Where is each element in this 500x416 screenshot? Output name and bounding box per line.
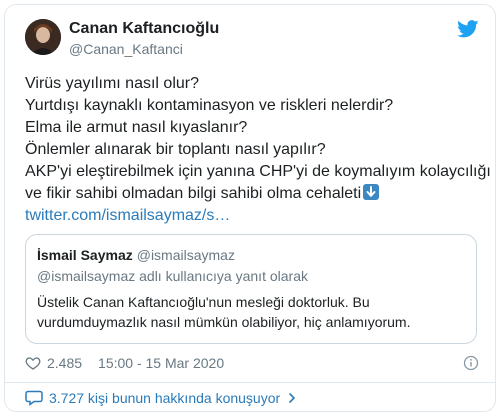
tweet-line: Virüs yayılımı nasıl olur? bbox=[25, 75, 199, 92]
avatar[interactable] bbox=[25, 19, 61, 55]
tweet-line: AKP'yi eleştirebilmek için yanına CHP'yi… bbox=[25, 163, 491, 180]
timestamp[interactable]: 15:00 - 15 Mar 2020 bbox=[98, 355, 224, 371]
tweet-line-with-emoji: ve fikir sahibi olmadan bilgi sahibi olm… bbox=[25, 183, 475, 205]
heart-icon[interactable] bbox=[25, 355, 41, 371]
quoted-tweet[interactable]: İsmail Saymaz @ismailsaymaz @ismailsaymaz… bbox=[25, 234, 477, 344]
conversation-count: 3.727 kişi bunun hakkında konuşuyor bbox=[49, 390, 281, 406]
tweet-line: ve fikir sahibi olmadan bilgi sahibi olm… bbox=[25, 185, 362, 202]
tweet-link-line: twitter.com/ismailsaymaz/s… bbox=[25, 205, 475, 227]
like-count[interactable]: 2.485 bbox=[47, 355, 82, 371]
divider bbox=[5, 382, 495, 383]
conversation-link[interactable]: 3.727 kişi bunun hakkında konuşuyor bbox=[25, 388, 298, 408]
tweet-link[interactable]: twitter.com/ismailsaymaz/s… bbox=[25, 207, 230, 224]
tweet-line: Önlemler alınarak bir toplantı nasıl yap… bbox=[25, 141, 326, 158]
info-icon[interactable] bbox=[463, 355, 479, 371]
quoted-tweet-text: Üstelik Canan Kaftancıoğlu'nun mesleği d… bbox=[37, 292, 457, 332]
tweet-meta: 2.485 15:00 - 15 Mar 2020 bbox=[25, 353, 224, 373]
quoted-author-name[interactable]: İsmail Saymaz bbox=[37, 247, 133, 263]
quoted-tweet-header: İsmail Saymaz @ismailsaymaz bbox=[37, 246, 235, 264]
quoted-author-handle[interactable]: @ismailsaymaz bbox=[137, 247, 235, 263]
quoted-tweet-line: Üstelik Canan Kaftancıoğlu'nun mesleği d… bbox=[37, 294, 370, 310]
chevron-right-icon bbox=[286, 392, 298, 404]
reply-context: @ismailsaymaz adlı kullanıcıya yanıt ola… bbox=[37, 268, 308, 284]
author-handle[interactable]: @Canan_Kaftanci bbox=[69, 40, 183, 58]
author-name[interactable]: Canan Kaftancıoğlu bbox=[69, 19, 219, 39]
arrow-down-emoji-icon bbox=[363, 184, 380, 200]
quoted-tweet-line: vurdumduymazlık nasıl mümkün olabiliyor,… bbox=[37, 314, 411, 330]
avatar-image bbox=[25, 19, 61, 55]
comment-icon bbox=[25, 390, 43, 406]
tweet-line: Yurtdışı kaynaklı kontaminasyon ve riskl… bbox=[25, 97, 394, 114]
tweet-text: Virüs yayılımı nasıl olur? Yurtdışı kayn… bbox=[25, 73, 491, 227]
tweet-line: Elma ile armut nasıl kıyaslanır? bbox=[25, 119, 248, 136]
twitter-bird-icon[interactable] bbox=[457, 20, 479, 38]
embedded-tweet-card: Canan Kaftancıoğlu @Canan_Kaftanci Virüs… bbox=[4, 4, 496, 412]
